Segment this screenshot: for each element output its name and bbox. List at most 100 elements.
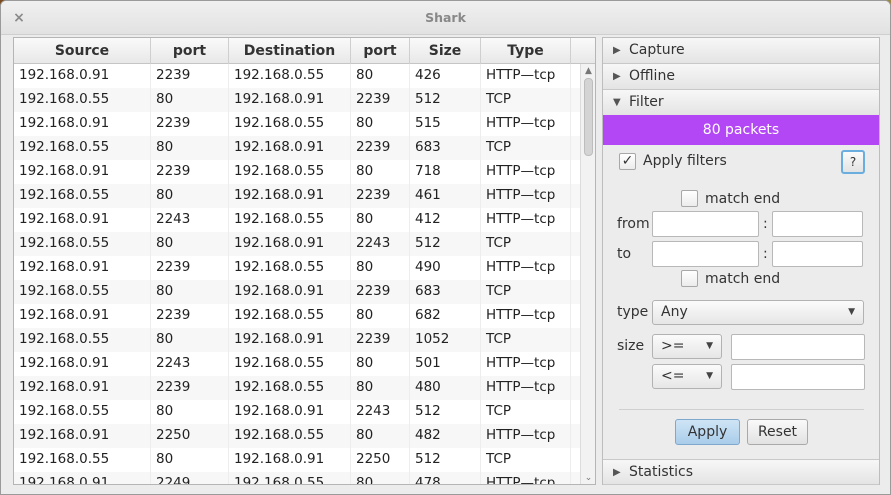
expanded-arrow-icon: ▼ [613,97,621,108]
to-port-input[interactable] [772,241,863,267]
table-row[interactable]: 192.168.0.91 2243 192.168.0.55 80 412 HTTP—tc… [14,208,580,232]
col-src-port-cell: 80 [151,232,229,256]
from-label: from [617,216,650,232]
reset-button[interactable]: Reset [747,419,808,445]
match-end-end-label: match end [705,271,781,287]
table-row[interactable]: 192.168.0.91 2250 192.168.0.55 80 482 HTTP—tc… [14,424,580,448]
section-offline-label: Offline [629,68,675,84]
col-source-cell: 192.168.0.91 [14,424,151,448]
col-dst-port-cell: 80 [351,112,410,136]
help-button[interactable]: ? [841,150,865,174]
size-min-input[interactable] [731,334,865,360]
col-src-port-header[interactable]: port [151,38,229,64]
table-row[interactable]: 192.168.0.91 2243 192.168.0.55 80 501 HTTP—tc… [14,352,580,376]
col-size-cell: 490 [410,256,481,280]
table-row[interactable]: 192.168.0.55 80 192.168.0.91 2239 683 TCP [14,136,580,160]
col-destination-cell: 192.168.0.55 [229,304,351,328]
col-source-cell: 192.168.0.55 [14,136,151,160]
col-size-cell: 461 [410,184,481,208]
apply-filters-checkbox[interactable]: ✓ [619,153,636,170]
from-port-input[interactable] [772,211,863,237]
col-source-cell: 192.168.0.55 [14,88,151,112]
col-dst-port-cell: 2243 [351,232,410,256]
collapsed-arrow-icon: ▶ [613,71,621,82]
size-label: size [617,338,645,354]
col-destination-cell: 192.168.0.55 [229,376,351,400]
section-filter[interactable]: ▼ Filter [603,90,879,116]
col-type-cell: HTTP—tcp [481,352,571,376]
table-row[interactable]: 192.168.0.91 2239 192.168.0.55 80 426 HTTP—tc… [14,64,580,88]
apply-button[interactable]: Apply [675,419,740,445]
col-dst-port-cell: 80 [351,160,410,184]
scroll-down-icon[interactable]: ⌄ [583,473,594,483]
match-end-end-checkbox[interactable] [681,270,698,287]
size-op-max-select[interactable]: <= ▼ [652,364,722,389]
table-row[interactable]: 192.168.0.55 80 192.168.0.91 2239 683 TCP [14,280,580,304]
table-row[interactable]: 192.168.0.55 80 192.168.0.91 2243 512 TCP [14,232,580,256]
col-src-port-cell: 80 [151,448,229,472]
col-size-cell: 426 [410,64,481,88]
col-src-port-cell: 2250 [151,424,229,448]
col-src-port-cell: 2239 [151,376,229,400]
col-src-port-cell: 80 [151,328,229,352]
col-destination-cell: 192.168.0.55 [229,112,351,136]
col-size-cell: 683 [410,136,481,160]
match-end-start-checkbox[interactable] [681,190,698,207]
scroll-up-icon[interactable]: ▲ [583,66,594,76]
col-type-header[interactable]: Type [481,38,571,64]
col-dst-port-header[interactable]: port [351,38,410,64]
table-row[interactable]: 192.168.0.55 80 192.168.0.91 2239 512 TCP [14,88,580,112]
col-type-cell: HTTP—tcp [481,208,571,232]
from-address-input[interactable] [652,211,759,237]
section-offline[interactable]: ▶ Offline [603,64,879,90]
col-destination-cell: 192.168.0.91 [229,232,351,256]
col-dst-port-cell: 2239 [351,184,410,208]
col-src-port-cell: 80 [151,88,229,112]
title-bar: × Shark [1,1,890,35]
col-source-cell: 192.168.0.91 [14,160,151,184]
col-source-cell: 192.168.0.55 [14,232,151,256]
chevron-down-icon: ▼ [706,341,713,351]
table-row[interactable]: 192.168.0.91 2239 192.168.0.55 80 480 HTTP—tc… [14,376,580,400]
col-size-cell: 501 [410,352,481,376]
col-source-cell: 192.168.0.91 [14,304,151,328]
size-op-min-value: >= [661,338,685,354]
to-colon: : [763,246,768,262]
scroll-thumb[interactable] [584,78,593,156]
table-row[interactable]: 192.168.0.91 2239 192.168.0.55 80 682 HTTP—tc… [14,304,580,328]
section-filter-label: Filter [629,94,664,110]
table-row[interactable]: 192.168.0.55 80 192.168.0.91 2243 512 TCP [14,400,580,424]
to-label: to [617,246,632,262]
col-dst-port-cell: 2239 [351,328,410,352]
size-max-input[interactable] [731,364,865,390]
col-type-cell: HTTP—tcp [481,472,571,484]
side-panel: ▶ Capture ▶ Offline ▼ Filter 80 packets … [602,37,880,485]
table-row[interactable]: 192.168.0.55 80 192.168.0.91 2239 1052 TCP [14,328,580,352]
type-select[interactable]: Any ▼ [652,300,864,325]
col-type-cell: TCP [481,136,571,160]
table-row[interactable]: 192.168.0.55 80 192.168.0.91 2239 461 HTTP—tc… [14,184,580,208]
col-type-cell: TCP [481,328,571,352]
section-statistics[interactable]: ▶ Statistics [603,459,879,485]
col-source-cell: 192.168.0.91 [14,64,151,88]
table-row[interactable]: 192.168.0.91 2249 192.168.0.55 80 478 HTTP—tc… [14,472,580,484]
window-title: Shark [425,10,466,25]
table-row[interactable]: 192.168.0.91 2239 192.168.0.55 80 718 HTTP—tc… [14,160,580,184]
col-src-port-cell: 2239 [151,256,229,280]
table-row[interactable]: 192.168.0.91 2239 192.168.0.55 80 515 HTTP—tc… [14,112,580,136]
to-address-input[interactable] [652,241,759,267]
section-capture[interactable]: ▶ Capture [603,38,879,64]
table-row[interactable]: 192.168.0.55 80 192.168.0.91 2250 512 TCP [14,448,580,472]
col-size-header[interactable]: Size [410,38,481,64]
from-colon: : [763,216,768,232]
col-dst-port-cell: 80 [351,424,410,448]
table-row[interactable]: 192.168.0.91 2239 192.168.0.55 80 490 HTTP—tc… [14,256,580,280]
col-source-cell: 192.168.0.55 [14,280,151,304]
col-source-header[interactable]: Source [14,38,151,64]
table-scrollbar[interactable]: ▲ ⌄ [580,64,595,484]
col-source-cell: 192.168.0.91 [14,208,151,232]
size-op-min-select[interactable]: >= ▼ [652,334,722,359]
col-destination-header[interactable]: Destination [229,38,351,64]
match-end-start-label: match end [705,191,781,207]
size-op-max-value: <= [661,368,685,384]
